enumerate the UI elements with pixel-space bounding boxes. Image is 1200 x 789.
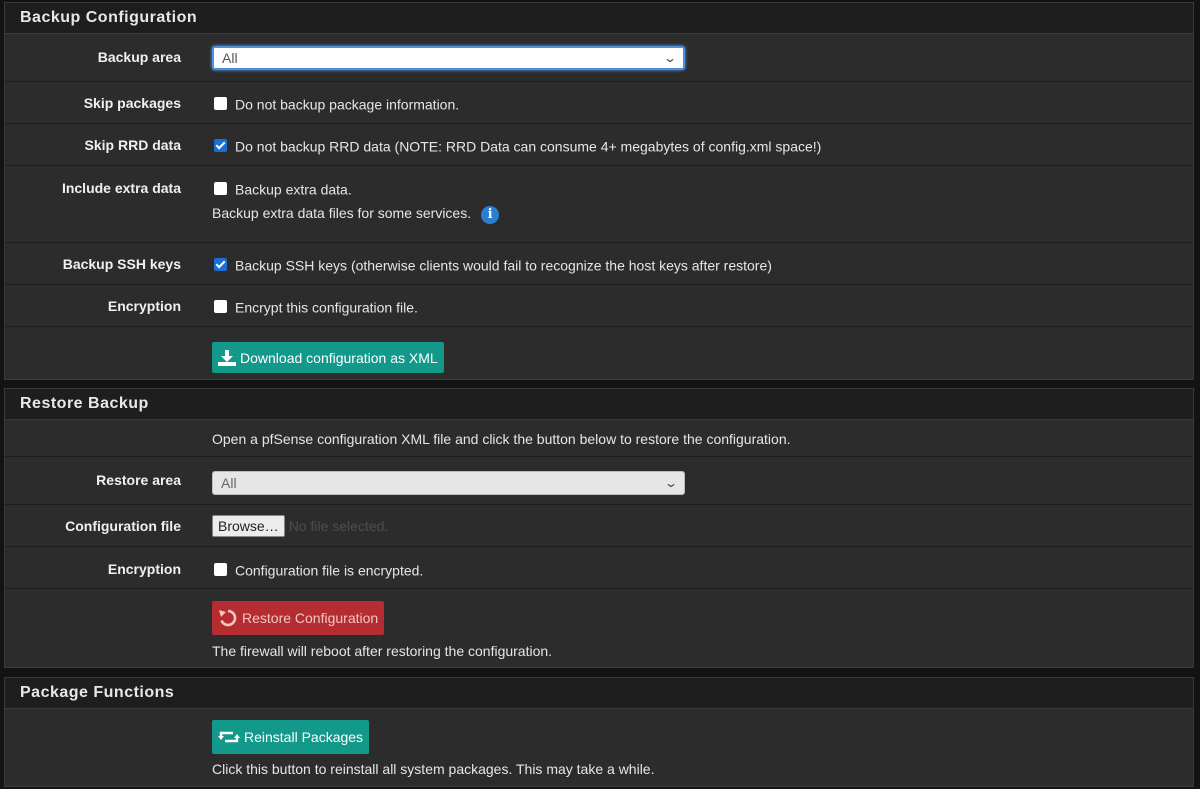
skip-packages-text: Do not backup package information.: [235, 96, 460, 113]
reinstall-packages-button[interactable]: Reinstall Packages: [212, 720, 370, 754]
encryption-checkbox[interactable]: [214, 299, 227, 313]
skip-rrd-label: Skip RRD data: [84, 137, 181, 153]
restore-encryption-label: Encryption: [107, 561, 181, 577]
skip-rrd-text: Do not backup RRD data (NOTE: RRD Data c…: [235, 138, 822, 155]
backup-panel: Backup Configuration Backup area All ⌄ S…: [4, 2, 1194, 380]
extra-data-text: Backup extra data.: [235, 181, 352, 198]
no-file-text: No file selected.: [288, 518, 389, 534]
retweet-icon: [218, 731, 240, 743]
download-config-label: Download configuration as XML: [240, 349, 438, 366]
restore-panel-title: Restore Backup: [5, 389, 1193, 420]
config-file-label: Configuration file: [65, 518, 181, 534]
restore-button-row: Restore Configuration The firewall will …: [5, 589, 1193, 667]
reinstall-packages-label: Reinstall Packages: [244, 729, 364, 745]
restore-config-label: Restore Configuration: [242, 610, 379, 626]
packages-panel: Package Functions Reinstall Packages Cli…: [4, 677, 1194, 787]
download-config-button[interactable]: Download configuration as XML: [212, 342, 444, 373]
reinstall-row: Reinstall Packages Click this button to …: [5, 709, 1193, 786]
skip-packages-checkbox[interactable]: [214, 96, 227, 110]
skip-packages-label: Skip packages: [83, 95, 181, 111]
encryption-label: Encryption: [107, 298, 181, 314]
chevron-down-icon: ⌄: [663, 476, 679, 490]
restore-area-row: Restore area All ⌄: [5, 457, 1193, 505]
encryption-text: Encrypt this configuration file.: [235, 299, 418, 316]
backup-panel-title: Backup Configuration: [5, 3, 1193, 34]
restore-encryption-checkbox[interactable]: [214, 562, 227, 576]
restore-encryption-row: Encryption Configuration file is encrypt…: [5, 547, 1193, 589]
ssh-keys-row: Backup SSH keys Backup SSH keys (otherwi…: [5, 243, 1193, 285]
info-icon[interactable]: i: [481, 205, 500, 224]
restore-config-button[interactable]: Restore Configuration: [212, 601, 385, 635]
backup-area-label: Backup area: [97, 49, 181, 65]
packages-panel-title: Package Functions: [5, 678, 1193, 709]
restore-panel: Restore Backup Open a pfSense configurat…: [4, 388, 1194, 668]
config-file-row: Configuration file Browse… No file select…: [5, 505, 1193, 547]
extra-data-label: Include extra data: [61, 180, 181, 196]
restore-help-text: The firewall will reboot after restoring…: [212, 643, 553, 659]
ssh-keys-label: Backup SSH keys: [62, 256, 181, 272]
restore-intro-text: Open a pfSense configuration XML file an…: [212, 431, 791, 447]
download-row: Download configuration as XML: [5, 327, 1193, 379]
extra-data-help: Backup extra data files for some service…: [212, 205, 472, 222]
chevron-down-icon: ⌄: [662, 51, 678, 65]
skip-rrd-checkbox[interactable]: [214, 138, 227, 152]
backup-area-row: Backup area All ⌄: [5, 34, 1193, 82]
extra-data-checkbox[interactable]: [214, 181, 227, 195]
restore-intro-row: Open a pfSense configuration XML file an…: [5, 420, 1193, 457]
download-icon: [218, 349, 236, 366]
restore-area-value: All: [221, 475, 237, 491]
reinstall-help-text: Click this button to reinstall all syste…: [212, 761, 655, 777]
browse-button[interactable]: Browse…: [212, 515, 285, 537]
skip-packages-row: Skip packages Do not backup package info…: [5, 82, 1193, 124]
extra-data-row: Include extra data Backup extra data. Ba…: [5, 166, 1193, 243]
backup-area-select[interactable]: All ⌄: [212, 46, 685, 70]
ssh-keys-text: Backup SSH keys (otherwise clients would…: [235, 257, 772, 274]
restore-encryption-text: Configuration file is encrypted.: [235, 562, 424, 579]
encryption-row: Encryption Encrypt this configuration fi…: [5, 285, 1193, 327]
restore-area-select[interactable]: All ⌄: [212, 471, 685, 495]
undo-icon: [219, 609, 237, 627]
skip-rrd-row: Skip RRD data Do not backup RRD data (NO…: [5, 124, 1193, 166]
ssh-keys-checkbox[interactable]: [214, 257, 227, 271]
backup-area-value: All: [222, 50, 238, 66]
restore-area-label: Restore area: [96, 472, 181, 488]
